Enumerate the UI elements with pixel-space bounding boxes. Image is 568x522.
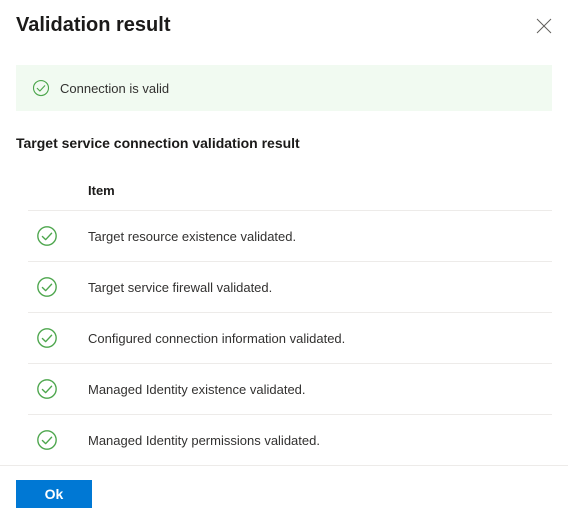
panel-footer: Ok <box>0 465 568 522</box>
validation-item-label: Configured connection information valida… <box>88 331 345 346</box>
table-row: Target service firewall validated. <box>28 262 552 313</box>
success-icon <box>36 276 58 298</box>
validation-item-label: Target service firewall validated. <box>88 280 272 295</box>
success-icon <box>36 429 58 451</box>
ok-button[interactable]: Ok <box>16 480 92 508</box>
success-icon <box>32 79 50 97</box>
status-banner: Connection is valid <box>16 65 552 111</box>
success-icon <box>36 327 58 349</box>
validation-item-label: Managed Identity permissions validated. <box>88 433 320 448</box>
validation-table: Item Target resource existence validated… <box>16 183 552 466</box>
table-row: Target resource existence validated. <box>28 211 552 262</box>
panel-title: Validation result <box>16 14 170 37</box>
panel-header: Validation result <box>16 14 552 37</box>
success-icon <box>36 225 58 247</box>
validation-item-label: Managed Identity existence validated. <box>88 382 306 397</box>
table-row: Configured connection information valida… <box>28 313 552 364</box>
status-message: Connection is valid <box>60 81 169 96</box>
table-column-header: Item <box>28 183 552 211</box>
section-title: Target service connection validation res… <box>16 135 552 151</box>
close-icon[interactable] <box>536 18 552 34</box>
table-row: Managed Identity existence validated. <box>28 364 552 415</box>
validation-item-label: Target resource existence validated. <box>88 229 296 244</box>
success-icon <box>36 378 58 400</box>
table-row: Managed Identity permissions validated. <box>28 415 552 466</box>
